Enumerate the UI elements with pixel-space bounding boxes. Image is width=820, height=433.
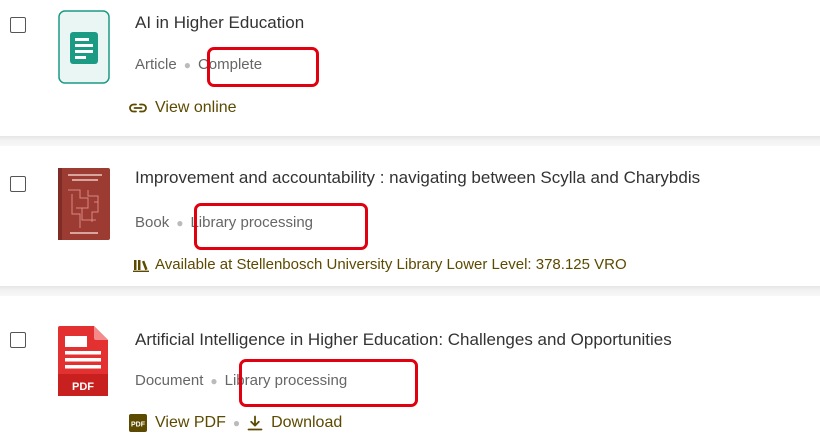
result-availability: Available at Stellenbosch University Lib…: [133, 256, 627, 273]
select-checkbox[interactable]: [10, 332, 26, 348]
svg-text:PDF: PDF: [131, 422, 146, 429]
pdf-document-icon: PDF: [58, 326, 108, 396]
availability-status: Complete: [197, 56, 263, 73]
article-icon: [58, 10, 110, 84]
library-books-icon: [133, 259, 149, 272]
resource-type: Book: [135, 214, 170, 231]
resource-type: Document: [135, 372, 204, 389]
book-cover-thumbnail[interactable]: [58, 168, 110, 245]
result-title[interactable]: AI in Higher Education: [135, 13, 304, 33]
result-item-2: Improvement and accountability : navigat…: [0, 146, 820, 286]
select-checkbox[interactable]: [10, 17, 26, 33]
result-meta: Book ● Library processing: [135, 214, 313, 231]
result-title[interactable]: Improvement and accountability : navigat…: [135, 168, 700, 188]
separator-dot: ●: [232, 416, 241, 430]
result-separator: [0, 136, 820, 146]
download-link[interactable]: Download: [247, 414, 342, 432]
link-label: View online: [155, 99, 237, 116]
result-item-1: AI in Higher Education Article ● Complet…: [0, 0, 820, 136]
svg-text:PDF: PDF: [72, 381, 94, 393]
result-separator: [0, 286, 820, 296]
availability-text: Available at Stellenbosch University Lib…: [155, 256, 627, 273]
book-cover-image: [58, 168, 110, 240]
result-title[interactable]: Artificial Intelligence in Higher Educat…: [135, 330, 672, 350]
separator-dot: ●: [183, 57, 191, 72]
pdf-thumbnail[interactable]: PDF: [56, 322, 112, 403]
separator-dot: ●: [176, 215, 184, 230]
result-meta: Article ● Complete: [135, 56, 262, 73]
availability-location-link[interactable]: Available at Stellenbosch University Lib…: [133, 256, 627, 273]
view-online-link[interactable]: View online: [129, 99, 237, 117]
availability-status: Library processing: [224, 372, 348, 389]
result-links: View online: [129, 99, 237, 117]
link-label: Download: [271, 414, 343, 431]
link-icon: [129, 103, 147, 113]
result-links: PDF View PDF ● Download: [129, 414, 342, 432]
link-label: View PDF: [155, 414, 226, 431]
resource-type: Article: [135, 56, 177, 73]
separator-dot: ●: [210, 373, 218, 388]
download-icon: [247, 415, 263, 431]
select-checkbox[interactable]: [10, 176, 26, 192]
result-item-3: PDF Artificial Intelligence in Higher Ed…: [0, 296, 820, 433]
result-meta: Document ● Library processing: [135, 372, 347, 389]
availability-status: Library processing: [190, 214, 314, 231]
pdf-icon: PDF: [129, 414, 147, 432]
article-thumbnail[interactable]: [58, 10, 110, 89]
view-pdf-link[interactable]: PDF View PDF: [129, 414, 226, 432]
